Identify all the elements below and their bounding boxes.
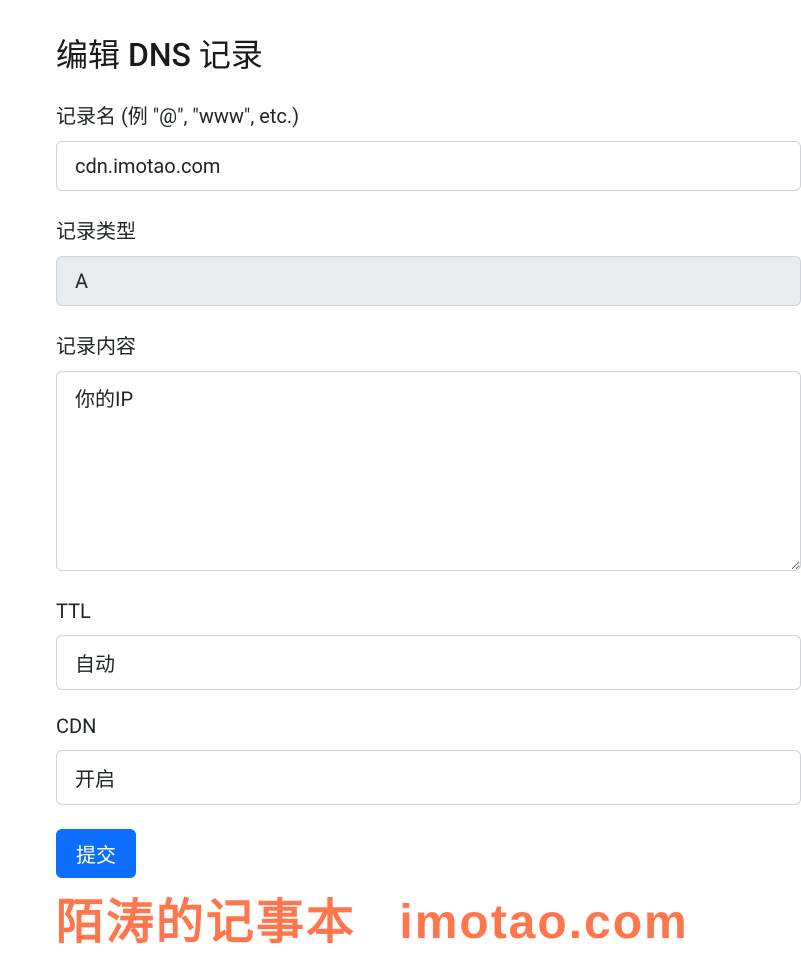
record-name-group: 记录名 (例 "@", "www", etc.): [56, 100, 801, 191]
ttl-select[interactable]: 自动: [56, 635, 801, 690]
record-content-textarea[interactable]: 你的IP: [56, 371, 801, 571]
record-name-input[interactable]: [56, 141, 801, 191]
cdn-group: CDN 开启: [56, 714, 801, 805]
cdn-select[interactable]: 开启: [56, 750, 801, 805]
watermark: 陌涛的记事本 imotao.com: [56, 882, 689, 952]
record-content-group: 记录内容 你的IP: [56, 330, 801, 575]
page-title: 编辑 DNS 记录: [56, 30, 801, 76]
record-type-label: 记录类型: [56, 215, 801, 244]
submit-button[interactable]: 提交: [56, 829, 136, 878]
ttl-group: TTL 自动: [56, 599, 801, 690]
record-content-label: 记录内容: [56, 330, 801, 359]
ttl-label: TTL: [56, 599, 801, 623]
record-name-label: 记录名 (例 "@", "www", etc.): [56, 100, 801, 129]
record-type-select[interactable]: A: [56, 256, 801, 306]
watermark-text: 陌涛的记事本: [56, 896, 356, 949]
record-type-group: 记录类型 A: [56, 215, 801, 306]
cdn-label: CDN: [56, 714, 801, 738]
watermark-domain: imotao.com: [399, 896, 688, 949]
